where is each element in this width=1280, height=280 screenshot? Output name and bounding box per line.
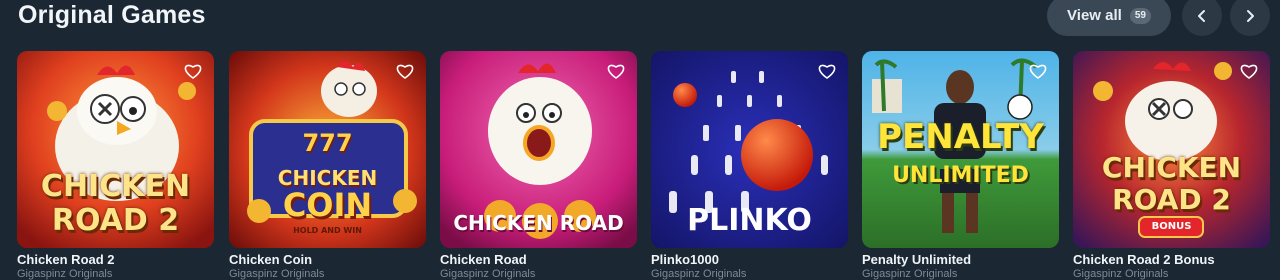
artwork-tagline: HOLD AND WIN — [293, 226, 362, 235]
heart-icon — [396, 64, 414, 79]
game-provider: Gigaspinz Originals — [17, 268, 113, 280]
section-header: Original Games View all 59 — [0, 0, 1280, 40]
carousel-next-button[interactable] — [1230, 0, 1270, 36]
game-provider: Gigaspinz Originals — [440, 268, 536, 280]
game-card[interactable]: PENALTY UNLIMITED Penalty Unlimited Giga… — [862, 51, 1059, 280]
favorite-button[interactable] — [605, 60, 627, 82]
artwork-bonus-label: BONUS — [1151, 221, 1192, 232]
view-all-button[interactable]: View all 59 — [1047, 0, 1171, 36]
game-name[interactable]: Penalty Unlimited — [862, 253, 1059, 267]
game-name[interactable]: Plinko1000 — [651, 253, 848, 267]
game-thumbnail[interactable]: CHICKEN ROAD 2 BONUS — [1073, 51, 1270, 248]
game-provider: Gigaspinz Originals — [1073, 268, 1169, 280]
artwork-title-line1: CHICKEN — [40, 169, 191, 204]
artwork-title-line1: PENALTY — [877, 117, 1044, 157]
game-thumbnail[interactable]: PLINKO — [651, 51, 848, 248]
favorite-button[interactable] — [816, 60, 838, 82]
artwork-title-line2: UNLIMITED — [892, 163, 1029, 188]
favorite-button[interactable] — [394, 60, 416, 82]
game-thumbnail[interactable]: PENALTY UNLIMITED — [862, 51, 1059, 248]
heart-icon — [1029, 64, 1047, 79]
heart-icon — [818, 64, 836, 79]
heart-icon — [184, 64, 202, 79]
game-name[interactable]: Chicken Road 2 — [17, 253, 214, 267]
artwork-777: 777 — [302, 129, 353, 157]
favorite-button[interactable] — [182, 60, 204, 82]
artwork-title: CHICKEN ROAD — [453, 211, 624, 235]
favorite-button[interactable] — [1027, 60, 1049, 82]
game-card[interactable]: CHICKEN ROAD Chicken Road Gigaspinz Orig… — [440, 51, 637, 280]
game-name[interactable]: Chicken Road — [440, 253, 637, 267]
game-thumbnail[interactable]: CHICKEN ROAD — [440, 51, 637, 248]
game-card[interactable]: 777 CHICKEN COIN HOLD AND WIN Chicken Co… — [229, 51, 426, 280]
section-title: Original Games — [18, 1, 206, 29]
game-provider: Gigaspinz Originals — [651, 268, 747, 280]
chevron-left-icon — [1198, 9, 1205, 22]
artwork-title-line1: CHICKEN — [1101, 151, 1242, 184]
artwork-title: PLINKO — [687, 203, 812, 238]
game-name[interactable]: Chicken Road 2 Bonus — [1073, 253, 1270, 267]
game-card[interactable]: CHICKEN ROAD 2 BONUS Chicken Road 2 Bonu… — [1073, 51, 1270, 280]
favorite-button[interactable] — [1238, 60, 1260, 82]
chevron-right-icon — [1247, 9, 1254, 22]
game-thumbnail[interactable]: 777 CHICKEN COIN HOLD AND WIN — [229, 51, 426, 248]
game-thumbnail[interactable]: CHICKEN ROAD 2 — [17, 51, 214, 248]
game-count-badge: 59 — [1129, 7, 1151, 24]
game-provider: Gigaspinz Originals — [862, 268, 958, 280]
artwork-title-line2: COIN — [282, 186, 373, 224]
artwork-title-line2: ROAD 2 — [51, 203, 180, 238]
game-provider: Gigaspinz Originals — [229, 268, 325, 280]
game-card[interactable]: CHICKEN ROAD 2 Chicken Road 2 Gigaspinz … — [17, 51, 214, 280]
game-card[interactable]: PLINKO Plinko1000 Gigaspinz Originals — [651, 51, 848, 280]
view-all-label: View all — [1067, 7, 1122, 24]
heart-icon — [607, 64, 625, 79]
heart-icon — [1240, 64, 1258, 79]
game-name[interactable]: Chicken Coin — [229, 253, 426, 267]
artwork-title-line2: ROAD 2 — [1112, 183, 1231, 216]
carousel-prev-button[interactable] — [1182, 0, 1222, 36]
